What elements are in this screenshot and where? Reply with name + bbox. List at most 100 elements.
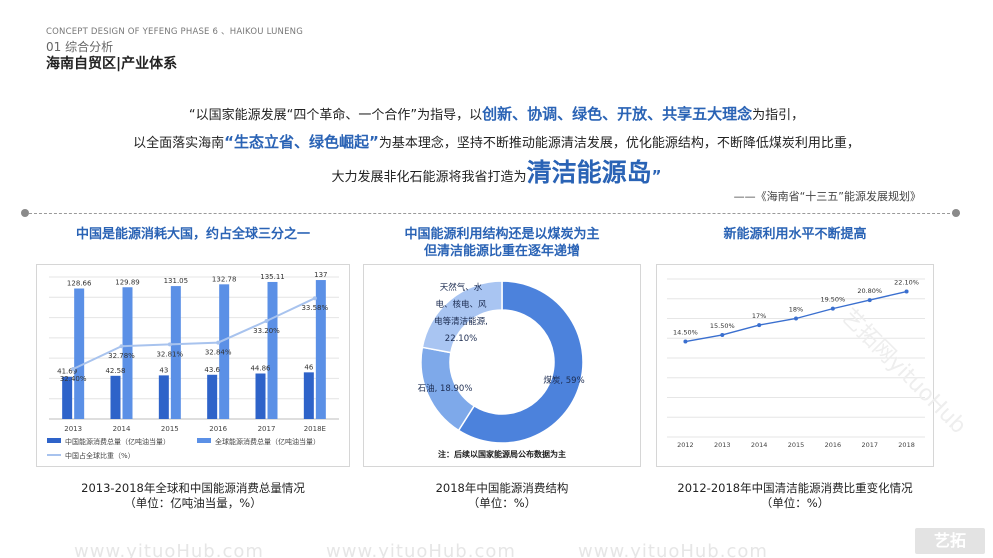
bar-china [62, 376, 73, 419]
clean-share-label: 17% [752, 312, 766, 320]
panel-3-caption-line-2: （单位：%） [760, 496, 830, 510]
intro-line-1-c: 为指引， [752, 108, 805, 123]
bar-china [158, 375, 169, 419]
panel-3-caption: 2012-2018年中国清洁能源消费比重变化情况 （单位：%） [656, 481, 934, 511]
intro-line-2-c: 为基本理念，坚持不断推动能源清洁发展，优化能源结构，不断降低煤炭利用比重， [378, 136, 860, 151]
x-tick-label: 2016 [825, 441, 842, 449]
clean-share-label: 20.80% [857, 287, 882, 295]
slice-label-clean: 电、核电、风 [435, 299, 487, 310]
bar-global-label: 135.11 [260, 273, 285, 281]
clean-share-point [720, 332, 725, 337]
dashed-divider [24, 213, 960, 214]
intro-line-3: 大力发展非化石能源将我省打造为清洁能源岛” [0, 156, 993, 190]
x-tick-label: 2012 [677, 441, 694, 449]
bar-global [315, 280, 326, 419]
intro-line-2-a: 以全面落实海南 [133, 136, 225, 151]
x-tick-label: 2015 [161, 425, 179, 433]
watermark-bottom-3: www.yituoHub.com [578, 541, 768, 558]
x-tick-label: 2013 [714, 441, 731, 449]
panel-3-title: 新能源利用水平不断提高 [723, 227, 867, 242]
ratio-label: 32.84% [205, 349, 232, 357]
watermark-bottom-2: www.yituoHub.com [326, 541, 516, 558]
panel-1-caption-line-2: （单位：亿吨油当量，%） [124, 496, 262, 510]
page-title: 海南自贸区|产业体系 [46, 56, 178, 72]
energy-consumption-panel: 41.69 128.66 2013 42.58 129.89 2014 43 131.05 20… [36, 264, 350, 467]
bar-china [303, 372, 314, 419]
x-tick-label: 2018E [304, 425, 326, 433]
ratio-point [264, 319, 269, 323]
intro-highlight-clean-island: 清洁能源岛 [526, 158, 652, 187]
clean-share-point [757, 323, 762, 328]
intro-highlight-ecology: “生态立省、绿色崛起” [224, 133, 379, 151]
slice-label-coal: 煤炭, 59% [543, 375, 584, 386]
x-tick-label: 2013 [64, 425, 82, 433]
divider-dot-left [21, 209, 29, 217]
bar-china-label: 42.58 [105, 367, 125, 375]
watermark-logo: 艺拓 [915, 528, 985, 554]
ratio-point [119, 344, 124, 349]
panel-1-caption: 2013-2018年全球和中国能源消费总量情况 （单位：亿吨油当量，%） [36, 481, 350, 511]
divider-dot-right [952, 209, 960, 217]
panel-2-caption-line-2: （单位：%） [467, 496, 537, 510]
panel-2-caption: 2018年中国能源消费结构 （单位：%） [363, 481, 641, 511]
bar-global-label: 129.89 [115, 278, 140, 286]
bar-china-label: 44.86 [250, 364, 271, 372]
bar-china [207, 374, 218, 419]
slice-label-oil: 石油, 18.90% [418, 383, 473, 394]
ratio-point [71, 367, 76, 371]
intro-line-2: 以全面落实海南“生态立省、绿色崛起”为基本理念，坚持不断推动能源清洁发展，优化能… [0, 128, 993, 156]
panel-1-caption-line-1: 2013-2018年全球和中国能源消费总量情况 [81, 481, 305, 495]
header-english: CONCEPT DESIGN OF YEFENG PHASE 6 、HAIKOU… [46, 27, 303, 37]
panel-2-title-line-2: 但清洁能源比重在逐年递增 [423, 244, 580, 259]
slice-label-clean: 电等清洁能源, [434, 316, 488, 327]
clean-share-point [830, 306, 835, 311]
bar-china-label: 43.6 [204, 366, 220, 374]
intro-line-3-c: ” [651, 167, 662, 185]
intro-line-1: “以国家能源发展“四个革命、一个合作”为指导，以创新、协调、绿色、开放、共享五大… [0, 100, 993, 128]
x-tick-label: 2014 [113, 425, 131, 433]
legend-swatch [197, 438, 211, 443]
bar-china-label: 46 [304, 363, 313, 371]
ratio-label: 32.40% [60, 375, 87, 383]
bar-china-label: 43 [159, 366, 168, 374]
clean-share-label: 14.50% [673, 329, 698, 337]
panel-3-caption-line-1: 2012-2018年中国清洁能源消费比重变化情况 [677, 481, 913, 495]
clean-share-point [794, 316, 798, 321]
clean-share-label: 19.50% [820, 296, 845, 304]
legend-label: 中国能源消费总量（亿吨油当量） [65, 437, 170, 446]
legend-swatch [47, 438, 61, 443]
clean-share-point [683, 339, 688, 344]
panel-2-title-line-1: 中国能源利用结构还是以煤炭为主 [404, 227, 600, 242]
ratio-point [216, 340, 221, 345]
x-tick-label: 2016 [209, 425, 227, 433]
clean-share-label: 15.50% [710, 322, 735, 330]
energy-consumption-chart: 41.69128.66201342.58129.89201443131.0520… [47, 271, 339, 460]
ratio-label: 32.81% [156, 350, 183, 358]
x-tick-label: 2017 [861, 441, 878, 449]
x-tick-label: 2017 [258, 425, 276, 433]
slice-label-clean: 22.10% [445, 334, 477, 344]
ratio-label: 33.20% [253, 327, 280, 335]
x-tick-label: 2014 [751, 441, 768, 449]
slice-label-clean: 天然气、水 [440, 282, 483, 293]
bar-global-label: 128.66 [67, 280, 92, 288]
bar-china [255, 373, 266, 419]
panel-2-title: 中国能源利用结构还是以煤炭为主 但清洁能源比重在逐年递增 [363, 226, 641, 260]
ratio-label: 32.78% [108, 352, 135, 360]
watermark-bottom-1: www.yituoHub.com [74, 541, 264, 558]
intro-highlight-five-concepts: 创新、协调、绿色、开放、共享五大理念 [482, 105, 753, 123]
intro-line-1-a: “以国家能源发展“四个革命、一个合作”为指导，以 [188, 108, 483, 123]
panel-2-caption-line-1: 2018年中国能源消费结构 [435, 481, 569, 495]
legend-label: 全球能源消费总量（亿吨油当量） [215, 437, 320, 446]
ratio-point [167, 342, 172, 347]
bar-global [267, 281, 278, 419]
energy-structure-panel: 煤炭, 59% 石油, 18.90% 天然气、水电、核电、风 电等清洁能源, 22.10… [363, 264, 641, 467]
intro-line-3-a: 大力发展非化石能源将我省打造为 [331, 170, 527, 185]
panel-1-title: 中国是能源消耗大国，约占全球三分之一 [75, 227, 310, 242]
clean-share-label: 18% [789, 306, 803, 314]
quote-source: ——《海南省“十三五”能源发展规划》 [733, 190, 921, 203]
bar-global-label: 137 [314, 271, 327, 279]
bar-china [110, 375, 121, 419]
x-tick-label: 2015 [788, 441, 805, 449]
bar-global-label: 131.05 [164, 277, 189, 285]
